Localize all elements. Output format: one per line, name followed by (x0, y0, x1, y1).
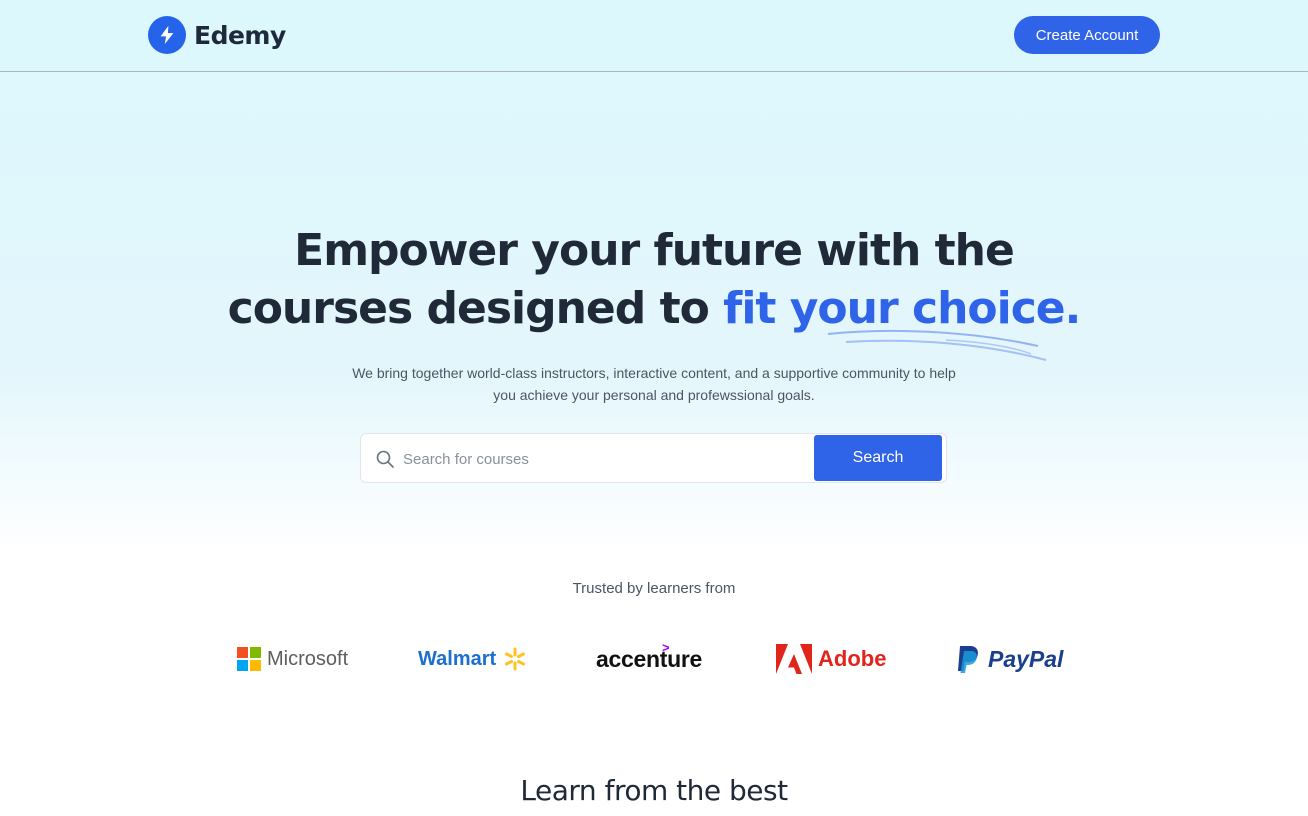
walmart-wordmark: Walmart (418, 647, 497, 670)
search-input[interactable] (403, 444, 803, 474)
accenture-caret-icon: > (662, 640, 670, 655)
top-navbar: Edemy Create Account (0, 0, 1308, 72)
search-icon (376, 450, 394, 468)
landing-page: Edemy Create Account Empower your future… (0, 0, 1308, 816)
trusted-by-label: Trusted by learners from (572, 580, 736, 597)
brand-name: Edemy (194, 20, 286, 50)
accenture-logo: > accenture (596, 640, 702, 678)
subtitle-line-2: you achieve your personal and profewssio… (493, 387, 815, 403)
walmart-logo: Walmart (418, 640, 528, 678)
headline-line-2: courses designed to (227, 283, 724, 334)
microsoft-wordmark: Microsoft (267, 647, 349, 670)
paypal-logo: PayPal (956, 640, 1063, 678)
hero-subtitle: We bring together world-class instructor… (0, 362, 1308, 406)
adobe-wordmark: Adobe (818, 646, 887, 671)
adobe-a-icon (776, 644, 812, 674)
lightning-logo-icon (148, 16, 186, 54)
paypal-p-icon (958, 646, 978, 673)
paypal-wordmark: PayPal (988, 645, 1064, 672)
section-title: Learn from the best (520, 774, 788, 807)
walmart-spark-icon (505, 647, 526, 671)
search-button[interactable]: Search (814, 435, 942, 481)
hero-headline: Empower your future with the courses des… (0, 222, 1308, 338)
brand-logo[interactable]: Edemy (148, 16, 286, 54)
microsoft-squares-icon (237, 647, 261, 671)
accenture-wordmark: accenture (596, 645, 702, 672)
microsoft-logo: Microsoft (237, 640, 348, 678)
create-account-button[interactable]: Create Account (1014, 16, 1160, 54)
adobe-logo: Adobe (776, 640, 886, 678)
course-search-bar: Search (360, 433, 947, 483)
subtitle-line-1: We bring together world-class instructor… (352, 365, 956, 381)
underline-squiggle-decoration (827, 329, 1047, 361)
headline-line-1: Empower your future with the (294, 225, 1015, 276)
